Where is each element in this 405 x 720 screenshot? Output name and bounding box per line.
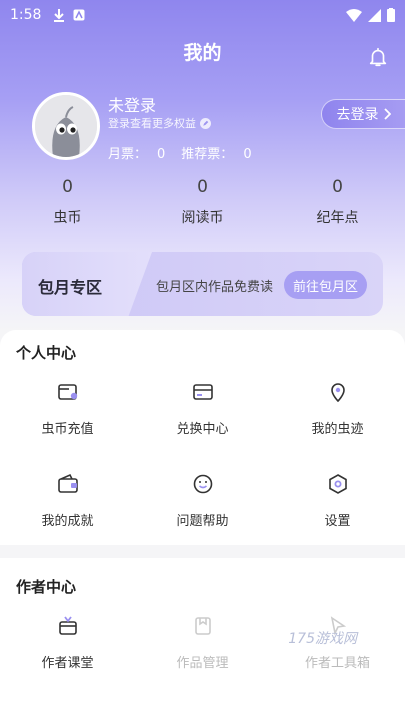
default-avatar-icon bbox=[35, 95, 97, 157]
works-management-item[interactable]: 作品管理 bbox=[135, 604, 270, 696]
login-button-label: 去登录 bbox=[336, 107, 379, 123]
settings-item[interactable]: 设置 bbox=[270, 462, 405, 554]
tv-icon bbox=[58, 616, 77, 635]
login-tip: 登录查看更多权益 bbox=[108, 115, 211, 131]
vip-title: 包月专区 bbox=[38, 278, 103, 297]
wifi-icon bbox=[346, 8, 362, 22]
recommend-ticket: 推荐票： 0 bbox=[181, 143, 251, 162]
location-icon bbox=[330, 383, 345, 403]
stat-label: 纪年点 bbox=[316, 210, 359, 226]
recommend-ticket-value: 0 bbox=[243, 147, 252, 162]
watermark: 175游戏网 bbox=[288, 631, 357, 647]
settings-icon bbox=[328, 474, 347, 494]
status-bar: 1:58 bbox=[0, 0, 405, 30]
ticket-info: 月票： 0 推荐票： 0 bbox=[108, 143, 252, 162]
author-center-grid: 作者课堂 作品管理 作者工具箱 bbox=[0, 604, 405, 696]
my-traces-item[interactable]: 我的虫迹 bbox=[270, 370, 405, 462]
item-label: 作者工具箱 bbox=[304, 656, 370, 671]
edit-icon bbox=[200, 117, 211, 129]
login-button[interactable]: 去登录 bbox=[321, 99, 405, 129]
chevron-right-icon bbox=[383, 108, 391, 120]
stat-chongbi[interactable]: 0 虫币 bbox=[0, 177, 135, 227]
stat-value: 0 bbox=[332, 177, 343, 197]
personal-center-title: 个人中心 bbox=[16, 344, 77, 362]
bell-icon[interactable] bbox=[367, 46, 389, 68]
item-label: 我的成就 bbox=[41, 514, 94, 529]
exchange-center-item[interactable]: 兑换中心 bbox=[135, 370, 270, 462]
item-label: 虫币充值 bbox=[41, 422, 94, 437]
item-label: 作品管理 bbox=[176, 656, 229, 671]
monthly-ticket-label: 月票： bbox=[108, 147, 148, 162]
personal-center-card: 个人中心 虫币充值 兑换中心 我的虫迹 我的成就 问题帮助 设置 bbox=[0, 330, 405, 545]
stat-era-points[interactable]: 0 纪年点 bbox=[270, 177, 405, 227]
username[interactable]: 未登录 bbox=[108, 92, 156, 116]
bottom-navigation bbox=[0, 708, 405, 720]
stat-value: 0 bbox=[62, 177, 73, 197]
folder-icon bbox=[194, 617, 211, 635]
item-label: 设置 bbox=[324, 514, 351, 529]
wallet-icon bbox=[57, 384, 77, 400]
page-title: 我的 bbox=[183, 42, 222, 64]
battery-icon bbox=[387, 8, 395, 22]
signal-icon bbox=[368, 8, 381, 22]
help-item[interactable]: 问题帮助 bbox=[135, 462, 270, 554]
vip-description: 包月区内作品免费读 bbox=[156, 280, 274, 295]
author-toolbox-item[interactable]: 作者工具箱 bbox=[270, 604, 405, 696]
wallet-stats: 0 虫币 0 阅读币 0 纪年点 bbox=[0, 177, 405, 227]
login-tip-text: 登录查看更多权益 bbox=[108, 117, 196, 130]
recharge-item[interactable]: 虫币充值 bbox=[0, 370, 135, 462]
smile-icon bbox=[193, 474, 212, 494]
personal-center-grid: 虫币充值 兑换中心 我的虫迹 我的成就 问题帮助 设置 bbox=[0, 370, 405, 554]
download-icon bbox=[54, 9, 65, 22]
item-label: 我的虫迹 bbox=[311, 422, 364, 437]
status-time: 1:58 bbox=[10, 7, 42, 23]
recommend-ticket-label: 推荐票： bbox=[181, 147, 234, 162]
card-icon bbox=[192, 384, 213, 400]
go-vip-button[interactable]: 前往包月区 bbox=[283, 271, 367, 299]
stat-read-coin[interactable]: 0 阅读币 bbox=[135, 177, 270, 227]
stat-label: 阅读币 bbox=[181, 210, 224, 226]
vip-zone-banner[interactable]: 包月专区 包月区内作品免费读 前往包月区 bbox=[22, 252, 383, 316]
avatar[interactable] bbox=[32, 92, 100, 160]
author-center-title: 作者中心 bbox=[16, 578, 77, 596]
stat-value: 0 bbox=[197, 177, 208, 197]
author-class-item[interactable]: 作者课堂 bbox=[0, 604, 135, 696]
stat-label: 虫币 bbox=[53, 210, 82, 226]
purse-icon bbox=[57, 473, 78, 493]
item-label: 作者课堂 bbox=[41, 656, 94, 671]
achievements-item[interactable]: 我的成就 bbox=[0, 462, 135, 554]
monthly-ticket: 月票： 0 bbox=[108, 143, 165, 162]
monthly-ticket-value: 0 bbox=[157, 147, 166, 162]
item-label: 问题帮助 bbox=[176, 514, 229, 529]
item-label: 兑换中心 bbox=[176, 422, 229, 437]
app-notification-icon bbox=[73, 9, 85, 21]
